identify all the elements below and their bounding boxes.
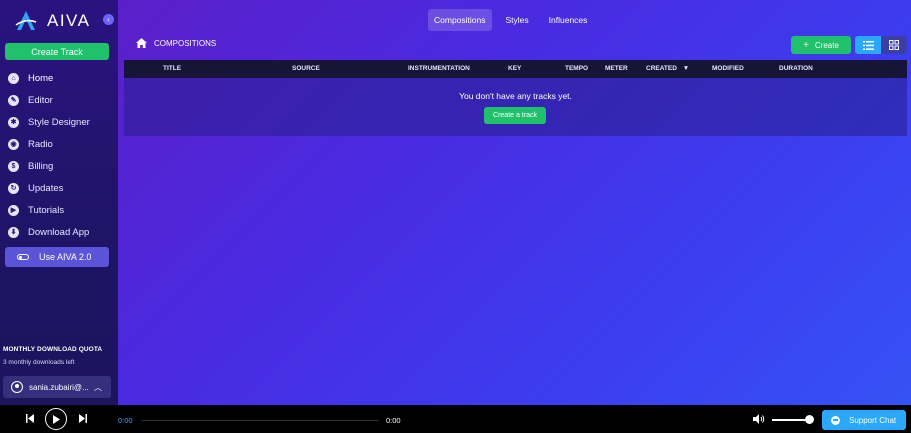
column-header-key[interactable]: KEY xyxy=(508,65,521,72)
logo[interactable]: AIVA xyxy=(14,10,90,32)
list-view-button[interactable] xyxy=(855,36,881,54)
next-icon[interactable] xyxy=(79,414,87,423)
sidebar-item-label: Updates xyxy=(28,182,64,194)
user-name: sania.zubairi@... xyxy=(29,382,89,392)
sidebar-item-editor[interactable]: ✎ Editor xyxy=(8,89,118,111)
home-icon[interactable] xyxy=(136,38,147,48)
toggle-icon xyxy=(17,254,29,260)
pencil-icon: ✎ xyxy=(8,94,19,106)
sidebar-item-radio[interactable]: ◉ Radio xyxy=(8,133,118,155)
sidebar-item-home[interactable]: ⌂ Home xyxy=(8,67,118,89)
sidebar-item-label: Tutorials xyxy=(28,204,65,216)
quota-title: MONTHLY DOWNLOAD QUOTA xyxy=(3,346,103,353)
player-bar: 0:00 0:00 xyxy=(0,405,911,433)
create-button[interactable]: + Create xyxy=(791,36,851,54)
sidebar-item-label: Style Designer xyxy=(28,116,90,128)
tab-styles[interactable]: Styles xyxy=(500,9,535,31)
radio-icon: ◉ xyxy=(8,138,19,150)
rocket-icon: ⬇ xyxy=(8,226,19,238)
sidebar: AIVA ‹ Create Track ⌂ Home ✎ Editor ✱ St… xyxy=(0,0,118,405)
sidebar-item-label: Radio xyxy=(28,138,53,150)
create-track-button[interactable]: Create Track xyxy=(5,43,109,60)
volume-slider[interactable] xyxy=(772,419,808,421)
list-icon xyxy=(862,40,874,50)
total-time: 0:00 xyxy=(386,416,401,425)
create-a-track-button[interactable]: Create a track xyxy=(484,107,546,124)
use-aiva-2-button[interactable]: Use AIVA 2.0 xyxy=(5,247,109,267)
current-time: 0:00 xyxy=(118,416,133,425)
tab-influences[interactable]: Influences xyxy=(543,9,594,31)
user-menu[interactable]: sania.zubairi@... ︿ xyxy=(3,376,111,398)
play-icon xyxy=(53,414,60,424)
volume-slider-handle[interactable] xyxy=(805,415,814,424)
support-chat-button[interactable]: Support Chat xyxy=(822,410,906,430)
sidebar-item-style-designer[interactable]: ✱ Style Designer xyxy=(8,111,118,133)
user-avatar-icon xyxy=(11,381,23,393)
play-button[interactable] xyxy=(45,408,67,430)
column-header-tempo[interactable]: TEMPO xyxy=(565,65,588,72)
breadcrumb: COMPOSITIONS xyxy=(136,38,216,48)
column-header-title[interactable]: TITLE xyxy=(163,65,181,72)
grid-view-button[interactable] xyxy=(881,36,907,54)
table-body: You don't have any tracks yet. Create a … xyxy=(124,78,907,136)
column-header-source[interactable]: SOURCE xyxy=(292,65,320,72)
sidebar-item-label: Editor xyxy=(28,94,53,106)
column-header-instrumentation[interactable]: INSTRUMENTATION xyxy=(408,65,470,72)
style-icon: ✱ xyxy=(8,116,19,128)
column-header-created-label: CREATED xyxy=(646,65,677,72)
dollar-icon: $ xyxy=(8,160,19,172)
table-header: TITLE SOURCE INSTRUMENTATION KEY TEMPO M… xyxy=(124,60,907,78)
support-chat-label: Support Chat xyxy=(849,415,897,425)
home-icon: ⌂ xyxy=(8,72,19,84)
updates-icon: ↻ xyxy=(8,182,19,194)
chevron-left-icon: ‹ xyxy=(107,14,110,24)
column-header-created[interactable]: CREATED ▼ xyxy=(646,65,689,72)
quota-text: 3 monthly downloads left xyxy=(3,359,75,366)
sidebar-item-download-app[interactable]: ⬇ Download App xyxy=(8,221,118,243)
chevron-up-icon: ︿ xyxy=(94,383,102,392)
column-header-duration[interactable]: DURATION xyxy=(779,65,813,72)
sidebar-item-updates[interactable]: ↻ Updates xyxy=(8,177,118,199)
grid-icon xyxy=(889,40,899,50)
play-icon: ▶ xyxy=(8,204,19,216)
main-content: Compositions Styles Influences COMPOSITI… xyxy=(118,0,911,405)
chat-icon xyxy=(831,415,840,425)
logo-text: AIVA xyxy=(47,11,91,30)
sidebar-item-tutorials[interactable]: ▶ Tutorials xyxy=(8,199,118,221)
create-label: Create xyxy=(814,40,839,50)
sidebar-nav: ⌂ Home ✎ Editor ✱ Style Designer ◉ Radio… xyxy=(8,67,118,243)
breadcrumb-current: COMPOSITIONS xyxy=(154,38,217,48)
column-header-modified[interactable]: MODIFIED xyxy=(712,65,744,72)
sidebar-item-billing[interactable]: $ Billing xyxy=(8,155,118,177)
aiva-logo-icon xyxy=(15,11,37,30)
sidebar-item-label: Download App xyxy=(28,226,90,238)
tab-compositions[interactable]: Compositions xyxy=(428,9,492,31)
collapse-sidebar-button[interactable]: ‹ xyxy=(103,14,114,25)
column-header-meter[interactable]: METER xyxy=(605,65,628,72)
sort-down-icon: ▼ xyxy=(682,65,690,72)
sidebar-item-label: Billing xyxy=(28,160,54,172)
previous-icon[interactable] xyxy=(26,414,34,423)
plus-icon: + xyxy=(803,39,809,51)
top-tabs: Compositions Styles Influences xyxy=(428,9,601,31)
sidebar-item-label: Home xyxy=(28,72,54,84)
empty-message: You don't have any tracks yet. xyxy=(459,91,572,101)
use-aiva-label: Use AIVA 2.0 xyxy=(39,252,92,262)
volume-icon[interactable] xyxy=(753,414,765,424)
progress-slider[interactable] xyxy=(142,420,379,421)
